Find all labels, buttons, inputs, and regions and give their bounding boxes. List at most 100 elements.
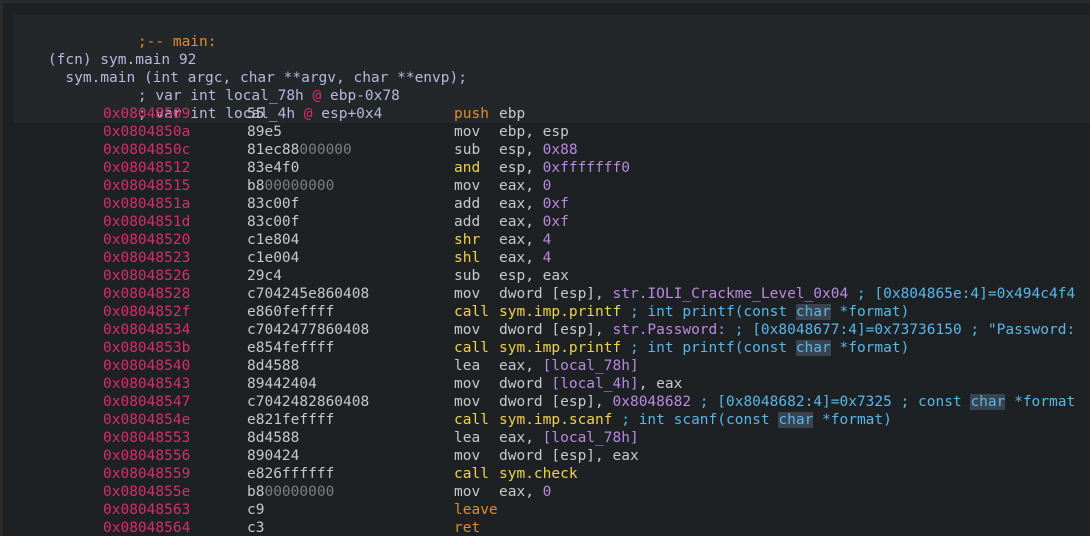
mnemonic: call bbox=[454, 304, 489, 320]
operand-value: 4 bbox=[542, 232, 552, 248]
opcode-bytes: 89e5 bbox=[247, 124, 282, 140]
operands: eax, bbox=[499, 178, 543, 194]
instruction-bytes: c1e804 bbox=[247, 231, 299, 249]
instruction-row[interactable]: 0x08048559 e826ffffff call sym.check bbox=[3, 465, 1090, 483]
type-keyword: char bbox=[795, 304, 831, 320]
mnemonic: call bbox=[454, 340, 489, 356]
comment: ; [0x8048677:4]=0x73736150 ; "Password: bbox=[726, 322, 1076, 338]
instruction-text: call sym.imp.printf ; int printf(const ch… bbox=[454, 303, 909, 321]
instruction-row[interactable]: 0x08048512 83e4f0 and esp, 0xfffffff0 bbox=[3, 159, 1090, 177]
call-target: sym.imp.printf bbox=[499, 340, 622, 356]
instruction-row[interactable]: 0x08048534 c7042477860408 mov dword [esp], … bbox=[3, 321, 1090, 339]
instruction-row[interactable]: 0x08048547 c7042482860408 mov dword [esp], … bbox=[3, 393, 1090, 411]
opcode-bytes: e821feffff bbox=[247, 412, 335, 428]
instruction-bytes: 83c00f bbox=[247, 195, 299, 213]
instruction-address: 0x0804853b bbox=[103, 340, 191, 356]
instruction-bytes: c3 bbox=[247, 519, 264, 536]
instruction-row[interactable]: 0x0804852f e860feffff call sym.imp.printf ;… bbox=[3, 303, 1090, 321]
operands: eax, bbox=[499, 196, 543, 212]
instruction-address: 0x08048547 bbox=[103, 394, 191, 410]
instruction-bytes: 8d4588 bbox=[247, 429, 299, 447]
mnemonic: mov bbox=[454, 322, 481, 338]
type-keyword: char bbox=[778, 412, 814, 428]
instruction-row[interactable]: 0x08048528 c704245e860408 mov dword [esp], … bbox=[3, 285, 1090, 303]
operands: eax, bbox=[499, 250, 543, 266]
instruction-row[interactable]: 0x08048543 89442404 mov dword [local_4h], e… bbox=[3, 375, 1090, 393]
operands: ebp, esp bbox=[499, 124, 569, 140]
mnemonic: call bbox=[454, 466, 489, 482]
instruction-row[interactable]: 0x08048515 b800000000 mov eax, 0 bbox=[3, 177, 1090, 195]
opcode-bytes: c1e004 bbox=[247, 250, 300, 266]
instruction-bytes: 8d4588 bbox=[247, 357, 299, 375]
instruction-row[interactable]: 0x08048564 c3 ret bbox=[3, 519, 1090, 536]
mnemonic: and bbox=[454, 160, 481, 176]
instruction-row[interactable]: 0x08048523 c1e004 shl eax, 4 bbox=[3, 249, 1090, 267]
instruction-address: 0x08048559 bbox=[103, 466, 191, 482]
mnemonic: add bbox=[454, 196, 481, 212]
instruction-address: 0x08048526 bbox=[103, 268, 191, 284]
instruction-row[interactable]: 0x08048556 890424 mov dword [esp], eax bbox=[3, 447, 1090, 465]
operand-value: 0 bbox=[542, 178, 552, 194]
instruction-row[interactable]: 0x0804854e e821feffff call sym.imp.scanf ; … bbox=[3, 411, 1090, 429]
call-target: sym.check bbox=[499, 466, 578, 482]
instruction-address: 0x0804851a bbox=[103, 196, 191, 212]
instruction-row[interactable]: 0x08048520 c1e804 shr eax, 4 bbox=[3, 231, 1090, 249]
instruction-bytes: c9 bbox=[247, 501, 264, 519]
opcode-bytes: 83c00f bbox=[247, 196, 300, 212]
function-signature-line: sym.main (int argc, char **argv, char **… bbox=[13, 51, 467, 86]
instruction-row[interactable]: 0x0804853b e854feffff call sym.imp.printf ;… bbox=[3, 339, 1090, 357]
mnemonic: mov bbox=[454, 178, 481, 194]
instruction-text: shr eax, 4 bbox=[454, 231, 551, 249]
type-keyword: char bbox=[795, 340, 831, 356]
mnemonic: shr bbox=[454, 232, 481, 248]
operand-value: 0x8048682 bbox=[612, 394, 692, 410]
instruction-text: shl eax, 4 bbox=[454, 249, 551, 267]
instruction-address: 0x0804851d bbox=[103, 214, 191, 230]
instruction-row[interactable]: 0x08048553 8d4588 lea eax, [local_78h] bbox=[3, 429, 1090, 447]
call-target: sym.imp.printf bbox=[499, 304, 622, 320]
instruction-row[interactable]: 0x0804851a 83c00f add eax, 0xf bbox=[3, 195, 1090, 213]
instruction-row[interactable]: 0x0804850a 89e5 mov ebp, esp bbox=[3, 123, 1090, 141]
mnemonic: ret bbox=[454, 520, 481, 536]
operands-tail: , eax bbox=[638, 376, 683, 392]
operand-value: 4 bbox=[542, 250, 552, 266]
disassembly-terminal[interactable]: ;-- main: (fcn) sym.main 92 sym.main (in… bbox=[3, 3, 1090, 536]
main-label-line: ;-- main: bbox=[13, 15, 217, 50]
instruction-text: add eax, 0xf bbox=[454, 213, 569, 231]
instruction-bytes: b800000000 bbox=[247, 177, 334, 195]
operands: dword bbox=[499, 376, 552, 392]
instruction-row[interactable]: 0x08048526 29c4 sub esp, eax bbox=[3, 267, 1090, 285]
instruction-row[interactable]: 0x08048540 8d4588 lea eax, [local_78h] bbox=[3, 357, 1090, 375]
comment-tail: *format) bbox=[830, 340, 910, 356]
instruction-address: 0x08048534 bbox=[103, 322, 191, 338]
instruction-row[interactable]: 0x0804850c 81ec88000000 sub esp, 0x88 bbox=[3, 141, 1090, 159]
opcode-bytes: 890424 bbox=[247, 448, 300, 464]
comment-tail: *format bbox=[1005, 394, 1076, 410]
mnemonic: mov bbox=[454, 376, 481, 392]
comment: ; [0x8048682:4]=0x7325 ; const bbox=[691, 394, 971, 410]
operands: esp, bbox=[499, 160, 543, 176]
operand-value: str.Password: bbox=[612, 322, 727, 338]
comment-tail: *format) bbox=[830, 304, 910, 320]
instruction-row[interactable]: 0x08048509 55 push ebp bbox=[3, 105, 1090, 123]
instruction-row[interactable]: 0x08048563 c9 leave bbox=[3, 501, 1090, 519]
instruction-text: lea eax, [local_78h] bbox=[454, 429, 639, 447]
opcode-bytes: c3 bbox=[247, 520, 265, 536]
instruction-text: mov eax, 0 bbox=[454, 483, 551, 501]
instruction-address: 0x0804850c bbox=[103, 142, 191, 158]
mnemonic: call bbox=[454, 412, 489, 428]
instruction-text: call sym.imp.printf ; int printf(const ch… bbox=[454, 339, 909, 357]
instruction-text: and esp, 0xfffffff0 bbox=[454, 159, 630, 177]
instruction-address: 0x08048512 bbox=[103, 160, 191, 176]
instruction-bytes: 81ec88000000 bbox=[247, 141, 352, 159]
opcode-bytes: 8d4588 bbox=[247, 358, 300, 374]
instruction-address: 0x08048523 bbox=[103, 250, 191, 266]
instruction-row[interactable]: 0x0804851d 83c00f add eax, 0xf bbox=[3, 213, 1090, 231]
instruction-bytes: b800000000 bbox=[247, 483, 334, 501]
operand-value: [local_4h] bbox=[551, 376, 639, 392]
zero-bytes: 00000000 bbox=[264, 178, 335, 194]
mnemonic: lea bbox=[454, 358, 481, 374]
opcode-bytes: e854feffff bbox=[247, 340, 335, 356]
instruction-row[interactable]: 0x0804855e b800000000 mov eax, 0 bbox=[3, 483, 1090, 501]
operands: eax, bbox=[499, 232, 543, 248]
